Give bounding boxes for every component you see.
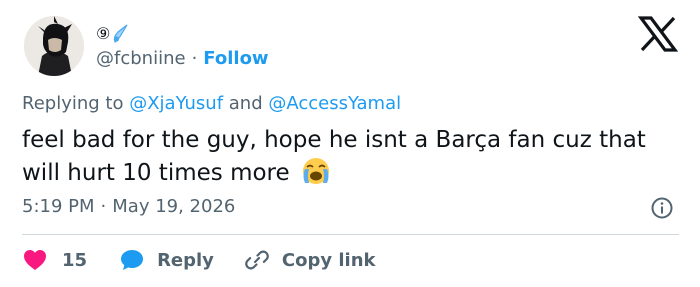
speech-bubble-icon: [121, 250, 144, 270]
divider: [22, 234, 679, 235]
mention-link[interactable]: @XjaYusuf: [129, 93, 223, 114]
like-count: 15: [62, 249, 88, 271]
user-handle[interactable]: @fcbniine: [96, 48, 186, 69]
tweet-time[interactable]: 5:19 PM: [22, 196, 95, 217]
name-glyph: ⑨: [96, 24, 111, 43]
follow-button[interactable]: Follow: [203, 48, 268, 69]
handle-row: @fcbniine · Follow: [96, 48, 269, 69]
tweet-meta: 5:19 PM · May 19, 2026: [22, 196, 235, 217]
reply-label: Reply: [157, 249, 214, 271]
tweet-text-container: feel bad for the guy, hope he isnt a Bar…: [22, 124, 682, 189]
copy-link-label: Copy link: [281, 249, 376, 271]
replying-prefix: Replying to: [22, 93, 124, 114]
info-icon[interactable]: [650, 196, 674, 220]
loudly-crying-face-emoji: [302, 158, 329, 184]
tweet-date[interactable]: May 19, 2026: [112, 196, 235, 217]
action-bar: 15 Reply Copy link: [22, 244, 376, 276]
mention-link[interactable]: @AccessYamal: [268, 93, 401, 114]
heart-icon: [24, 250, 46, 270]
avatar[interactable]: [24, 16, 84, 76]
display-name[interactable]: ⑨: [96, 22, 130, 46]
replying-to: Replying to @XjaYusuf and @AccessYamal: [22, 93, 401, 114]
comet-icon: [114, 24, 128, 43]
separator-dot: ·: [191, 48, 198, 69]
separator-dot: ·: [100, 196, 107, 217]
tweet-card: ⑨ @fcbniine · Follow Replying to @XjaYus…: [0, 0, 700, 287]
copy-link-button[interactable]: Copy link: [244, 247, 376, 273]
avatar-image: [24, 16, 84, 76]
like-button[interactable]: 15: [22, 247, 87, 273]
tweet-text: feel bad for the guy, hope he isnt a Bar…: [22, 127, 646, 186]
reply-button[interactable]: Reply: [119, 247, 214, 273]
replying-conjunction: and: [228, 93, 263, 114]
link-icon: [245, 250, 269, 270]
x-logo-icon[interactable]: [638, 16, 678, 52]
